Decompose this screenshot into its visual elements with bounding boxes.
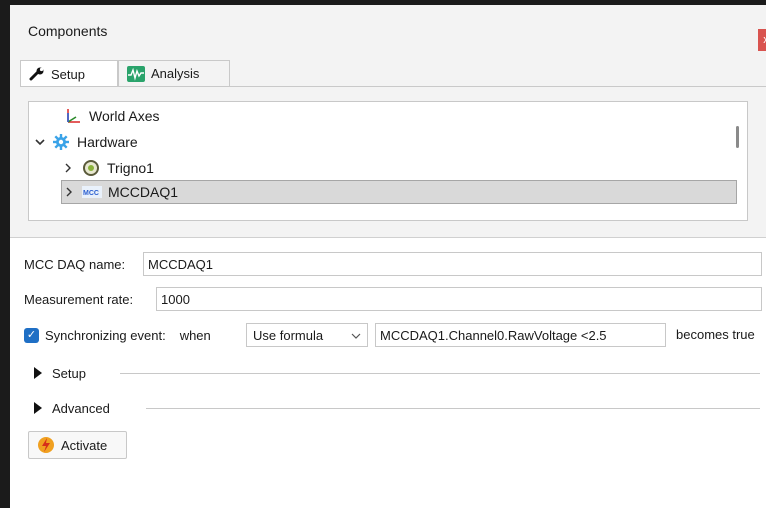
properties-panel: MCC DAQ name: Measurement rate: ✓ Synchr…: [10, 238, 766, 508]
chevron-right-icon[interactable]: [61, 163, 75, 173]
sync-row: ✓ Synchronizing event: when: [24, 322, 211, 348]
chevron-right-icon[interactable]: [62, 187, 76, 197]
advanced-section-label: Advanced: [52, 400, 110, 416]
title-bar: Components x: [10, 5, 766, 51]
setup-section-label: Setup: [52, 365, 86, 381]
tab-setup-label: Setup: [51, 66, 85, 82]
close-button[interactable]: x: [758, 29, 766, 51]
tab-analysis[interactable]: Analysis: [118, 60, 230, 86]
daq-name-input[interactable]: [143, 252, 762, 276]
sync-label: Synchronizing event:: [45, 327, 166, 343]
chevron-down-icon[interactable]: [33, 138, 47, 146]
tree-item-mccdaq1[interactable]: MCC MCCDAQ1: [61, 180, 737, 204]
measurement-rate-input[interactable]: [156, 287, 762, 311]
tab-analysis-label: Analysis: [151, 66, 200, 81]
sync-mode-value: Use formula: [253, 327, 324, 343]
sync-checkbox[interactable]: ✓: [24, 327, 39, 343]
chevron-down-icon: [351, 328, 361, 343]
setup-section-toggle[interactable]: Setup: [34, 362, 86, 384]
tree-area: World Axes Hardware Trigno1 MCC MCCDAQ1: [10, 87, 766, 235]
component-tree[interactable]: World Axes Hardware Trigno1 MCC MCCDAQ1: [28, 101, 748, 221]
components-panel: Components x Setup Analysis World Axes H…: [10, 5, 766, 508]
lightning-icon: [37, 436, 55, 454]
rate-row: Measurement rate:: [24, 286, 133, 312]
expand-triangle-icon: [34, 367, 42, 379]
divider: [120, 373, 760, 374]
tree-item-label: MCCDAQ1: [108, 184, 179, 200]
tree-item-label: World Axes: [89, 108, 160, 124]
becomes-true-label: becomes true: [676, 327, 755, 342]
tree-item-label: Hardware: [77, 134, 138, 150]
wrench-icon: [29, 67, 45, 81]
tab-setup[interactable]: Setup: [20, 60, 118, 87]
sync-mode-select[interactable]: Use formula: [246, 323, 368, 347]
advanced-section-toggle[interactable]: Advanced: [34, 397, 110, 419]
mcc-icon: MCC: [82, 183, 102, 201]
formula-input[interactable]: [375, 323, 666, 347]
activate-label: Activate: [61, 437, 108, 453]
tree-scrollbar[interactable]: [736, 126, 739, 148]
waveform-icon: [127, 65, 145, 82]
when-label: when: [179, 327, 211, 343]
name-label: MCC DAQ name:: [24, 256, 126, 272]
name-row: MCC DAQ name:: [24, 251, 125, 277]
gear-icon: [51, 133, 71, 151]
sensor-icon: [81, 159, 101, 177]
tree-item-world-axes[interactable]: World Axes: [49, 104, 160, 128]
svg-text:MCC: MCC: [83, 190, 99, 197]
divider: [146, 408, 760, 409]
tree-item-trigno1[interactable]: Trigno1: [61, 156, 154, 180]
tree-item-hardware[interactable]: Hardware: [33, 130, 138, 154]
tree-item-label: Trigno1: [107, 160, 154, 176]
expand-triangle-icon: [34, 402, 42, 414]
window-border-left: [0, 0, 10, 508]
rate-label: Measurement rate:: [24, 291, 134, 307]
activate-button[interactable]: Activate: [28, 431, 127, 459]
axes-icon: [63, 107, 83, 125]
window-title: Components: [28, 23, 108, 39]
